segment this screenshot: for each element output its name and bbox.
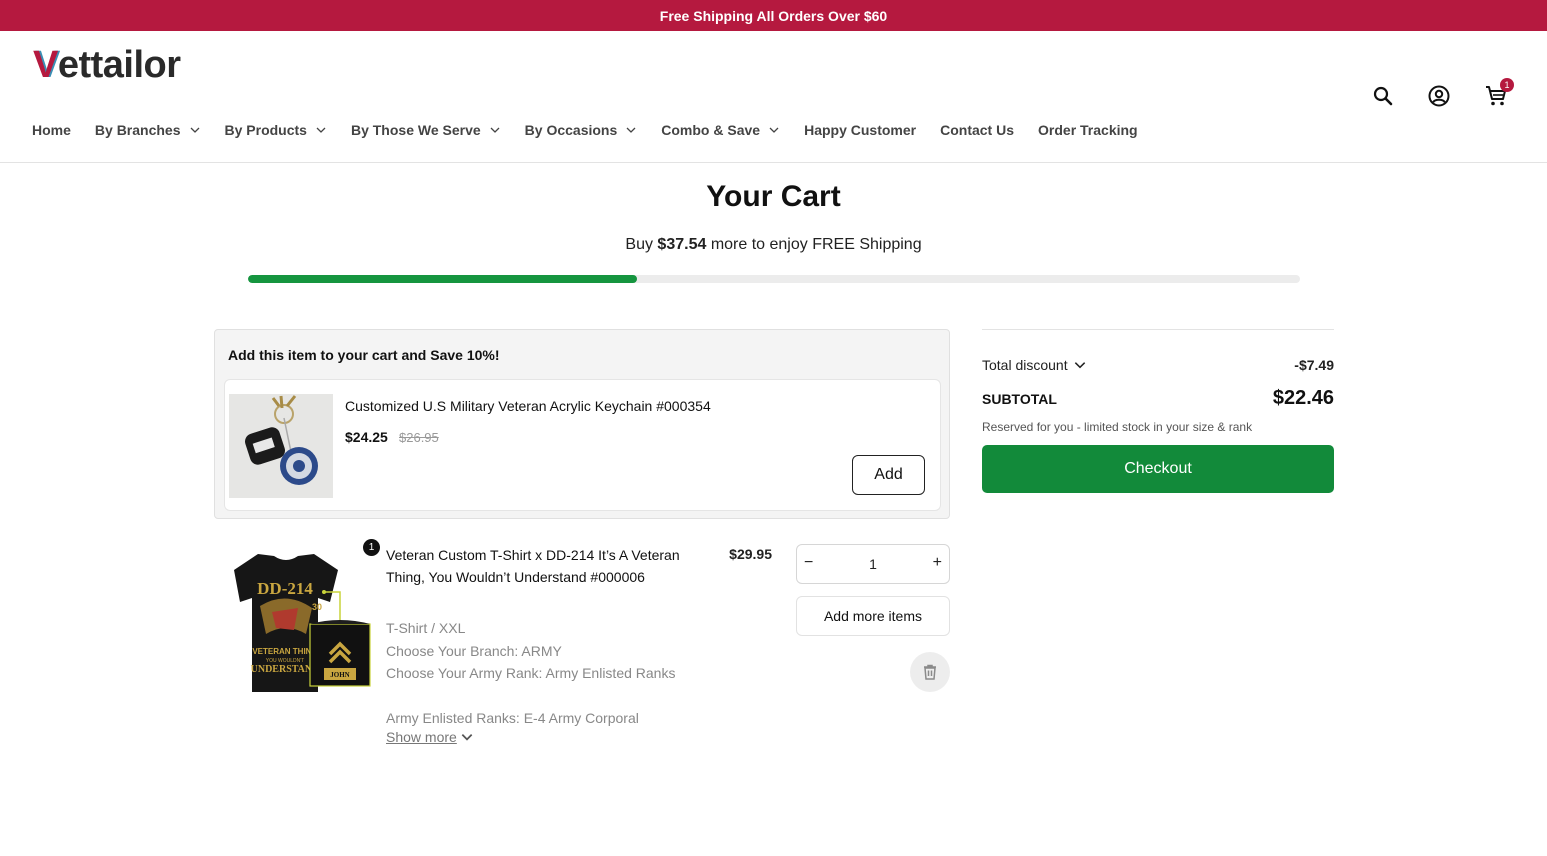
site-logo[interactable]: Vettailor	[33, 43, 181, 86]
reserved-note: Reserved for you - limited stock in your…	[982, 420, 1253, 434]
cart-item-price: $29.95	[729, 546, 772, 562]
total-discount-toggle[interactable]: Total discount	[982, 357, 1087, 373]
nav-item-order-tracking[interactable]: Order Tracking	[1038, 122, 1138, 138]
nav-item-happy-customer[interactable]: Happy Customer	[804, 122, 916, 138]
summary-divider	[982, 329, 1334, 330]
nav-item-by-occasions[interactable]: By Occasions	[525, 122, 638, 138]
shirt-slogan-line-1: VETERAN THING	[252, 647, 317, 656]
keychain-product-image[interactable]	[229, 394, 333, 498]
chevron-down-icon	[316, 127, 326, 133]
search-icon[interactable]	[1371, 84, 1395, 108]
nav-item-contact-us[interactable]: Contact Us	[940, 122, 1014, 138]
total-discount-label: Total discount	[982, 357, 1068, 373]
logo-text: ettailor	[57, 43, 181, 86]
nav-item-label: By Those We Serve	[350, 122, 481, 138]
site-header: Vettailor Home By Branches By Products B…	[0, 31, 1547, 163]
checkout-button[interactable]: Checkout	[982, 445, 1334, 493]
nav-item-combo-save[interactable]: Combo & Save	[661, 122, 780, 138]
account-icon[interactable]	[1427, 84, 1451, 108]
upsell-compare-price: $26.95	[399, 430, 439, 445]
chevron-down-icon	[190, 127, 199, 133]
shipping-suffix: more to enjoy FREE Shipping	[710, 236, 922, 253]
nav-item-label: Order Tracking	[1038, 122, 1138, 138]
item-quantity-badge: 1	[363, 539, 380, 556]
upsell-product-card: Customized U.S Military Veteran Acrylic …	[224, 379, 941, 511]
show-more-label: Show more	[386, 729, 457, 745]
cart-item-option: Army Enlisted Ranks: E-4 Army Corporal	[386, 710, 639, 726]
quantity-stepper: − 1 +	[796, 544, 950, 584]
nav-item-label: Happy Customer	[804, 122, 917, 138]
page-title: Your Cart	[706, 180, 841, 213]
add-more-items-button[interactable]: Add more items	[796, 596, 950, 636]
subtotal-label: SUBTOTAL	[982, 391, 1057, 407]
announcement-bar: Free Shipping All Orders Over $60	[0, 0, 1547, 31]
chevron-down-icon	[769, 127, 779, 133]
nav-item-label: By Products	[224, 122, 307, 138]
logo-mark: V	[33, 43, 58, 86]
shirt-front-print: DD-214	[257, 579, 313, 598]
chevron-down-icon	[490, 127, 500, 133]
tshirt-product-image[interactable]: DD-214 VETERAN THING YOU WOULDN'T UNDERS…	[214, 542, 374, 702]
nav-item-label: Combo & Save	[661, 122, 761, 138]
main-nav: Home By Branches By Products By Those We…	[32, 119, 1162, 141]
remove-item-button[interactable]	[910, 652, 950, 692]
nav-item-by-branches[interactable]: By Branches	[95, 122, 201, 138]
chevron-down-icon	[1074, 362, 1085, 369]
nav-item-label: Home	[32, 122, 71, 138]
nav-item-label: Contact Us	[940, 122, 1015, 138]
quantity-input[interactable]: 1	[797, 556, 949, 572]
upsell-add-button[interactable]: Add	[852, 455, 925, 495]
cart-item-variant: T-Shirt / XXL	[386, 620, 466, 636]
nav-item-by-products[interactable]: By Products	[225, 122, 327, 138]
upsell-product-name[interactable]: Customized U.S Military Veteran Acrylic …	[345, 398, 711, 414]
chevron-down-icon	[626, 127, 636, 133]
cart-item-option: Choose Your Branch: ARMY	[386, 643, 562, 659]
nav-item-by-those-we-serve[interactable]: By Those We Serve	[351, 122, 501, 138]
show-more-link[interactable]: Show more	[386, 729, 474, 745]
nav-item-label: By Occasions	[524, 122, 618, 138]
nav-item-home[interactable]: Home	[32, 122, 71, 138]
shipping-progress-bar	[248, 275, 1300, 283]
subtotal-value: $22.46	[1272, 387, 1334, 409]
nav-item-label: By Branches	[94, 122, 181, 138]
shipping-progress-fill	[248, 275, 638, 283]
shirt-slogan-line-3: UNDERSTAND	[251, 664, 320, 675]
upsell-panel: Add this item to your cart and Save 10%!…	[214, 329, 950, 519]
total-discount-value: -$7.49	[1294, 357, 1334, 373]
quantity-increase-button[interactable]: +	[933, 554, 942, 572]
free-shipping-message: Buy $37.54 more to enjoy FREE Shipping	[0, 236, 1547, 254]
shirt-side-print: 30	[312, 602, 322, 612]
cart-item-option: Choose Your Army Rank: Army Enlisted Ran…	[386, 665, 676, 681]
shipping-amount: $37.54	[657, 236, 707, 253]
trash-icon	[924, 664, 936, 680]
upsell-heading: Add this item to your cart and Save 10%!	[228, 347, 500, 363]
upsell-price: $24.25	[345, 429, 388, 445]
shirt-name-print: JOHN	[330, 671, 349, 679]
cart-count-badge: 1	[1500, 78, 1514, 92]
cart-item-name[interactable]: Veteran Custom T-Shirt x DD-214 It’s A V…	[386, 544, 686, 588]
chevron-down-icon	[461, 734, 473, 741]
announcement-text: Free Shipping All Orders Over $60	[659, 7, 888, 24]
shipping-prefix: Buy	[625, 236, 653, 253]
